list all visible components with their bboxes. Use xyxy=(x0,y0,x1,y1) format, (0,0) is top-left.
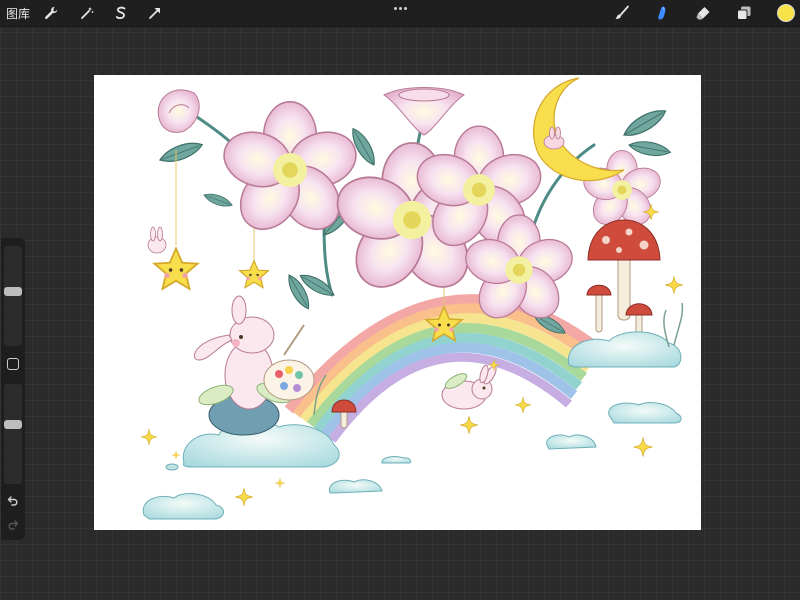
gallery-button[interactable]: 图库 xyxy=(6,5,30,22)
brush-size-slider[interactable] xyxy=(4,246,22,346)
more-options-icon[interactable] xyxy=(389,0,411,16)
color-swatch[interactable] xyxy=(777,4,795,22)
left-sidebar xyxy=(1,238,25,540)
top-toolbar: 图库 xyxy=(0,0,800,27)
selection-s-icon[interactable] xyxy=(110,2,132,24)
modify-button[interactable] xyxy=(7,358,19,370)
brush-icon[interactable] xyxy=(611,2,633,24)
opacity-thumb[interactable] xyxy=(4,420,22,430)
redo-arrow-icon[interactable] xyxy=(5,518,21,532)
layers-icon[interactable] xyxy=(733,2,755,24)
transform-arrow-icon[interactable] xyxy=(144,2,166,24)
drawing-canvas[interactable] xyxy=(94,75,701,530)
eraser-icon[interactable] xyxy=(692,2,714,24)
actions-wrench-icon[interactable] xyxy=(40,2,62,24)
undo-arrow-icon[interactable] xyxy=(5,494,21,508)
smudge-icon[interactable] xyxy=(651,2,673,24)
brush-size-thumb[interactable] xyxy=(4,286,22,296)
artwork-illustration xyxy=(140,77,684,520)
opacity-slider[interactable] xyxy=(4,384,22,484)
adjustments-wand-icon[interactable] xyxy=(76,2,98,24)
